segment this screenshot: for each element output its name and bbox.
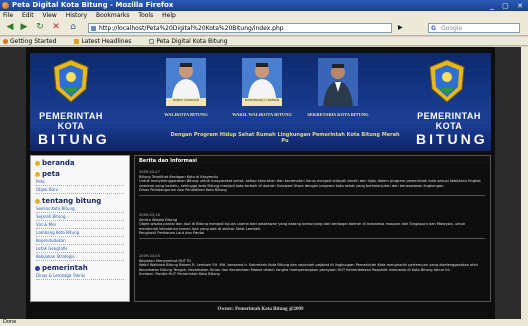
sidebar-link-kebijakan[interactable]: Kebijakan Strategis <box>36 253 124 261</box>
sidebar-section-tentang-bitung[interactable]: tentang bitung <box>35 197 129 205</box>
header-banner: PEMERINTAH KOTA BITUNG HANNY SONDAKH WAL… <box>30 53 491 151</box>
news-footer: Sumber: Panitia HUT Pemerintah Kota Bitu… <box>139 272 220 277</box>
rss-icon <box>74 39 80 44</box>
sidebar-link-sejarah[interactable]: Sejarah Bitung <box>36 213 124 221</box>
window-title: Peta Digital Kota Bitung - Mozilla Firef… <box>12 1 174 9</box>
sidebar-section-pemerintah[interactable]: pemerintah <box>35 264 129 272</box>
menu-edit[interactable]: Edit <box>22 12 34 19</box>
bullet-icon <box>35 198 40 204</box>
left-banner-title: PEMERINTAH KOTA BITUNG <box>38 111 110 147</box>
bullet-icon <box>35 265 40 271</box>
sidebar-link-peta[interactable]: Peta <box>36 178 124 186</box>
sidebar-link-objek-baru[interactable]: Objek Baru <box>36 186 124 194</box>
sidebar-link-lambang[interactable]: Lambang Kota Bitung <box>36 229 124 237</box>
right-banner-title: PEMERINTAH KOTA BITUNG <box>416 111 488 147</box>
divider <box>139 237 485 239</box>
menu-tools[interactable]: Tools <box>138 12 153 19</box>
city-emblem-left-icon <box>53 59 89 103</box>
city-emblem-right-icon <box>429 59 465 103</box>
person-icon <box>172 63 200 98</box>
wakil-walikota-photo: MAXIMILIAN J. LOMBAN <box>242 58 282 106</box>
news-body: Untuk menyelenggarakan Bitung untuk masy… <box>139 179 481 188</box>
news-body: Objek wisata pantai dan laut di Bitung m… <box>139 222 466 231</box>
back-button[interactable]: ◀ <box>4 22 16 33</box>
page-icon <box>149 39 155 44</box>
bookmark-icon <box>3 39 8 44</box>
sidebar-link-visi-misi[interactable]: Visi & Misi <box>36 221 124 229</box>
person-icon <box>323 64 353 106</box>
sidebar-link-letak-geografis[interactable]: Letak Geografis <box>36 245 124 253</box>
sidebar: beranda peta Peta Objek Baru tentang bit… <box>30 155 130 302</box>
walikota-photo: HANNY SONDAKH <box>166 58 206 106</box>
page-footer: Owner: Pemerintah Kota Bitung @2009 <box>30 306 491 314</box>
sekretaris-photo <box>318 58 358 106</box>
status-bar: Done <box>0 319 528 326</box>
wakil-walikota-caption: MAXIMILIAN J. LOMBAN <box>242 98 282 106</box>
news-panel: Berita dan Informasi 2009-03-27 Bitung T… <box>134 155 491 302</box>
web-page: PEMERINTAH KOTA BITUNG HANNY SONDAKH WAL… <box>26 47 495 319</box>
news-heading: Berita dan Informasi <box>135 156 490 166</box>
bookmarks-toolbar: Getting Started Latest Headlines Peta Di… <box>0 37 528 46</box>
menu-help[interactable]: Help <box>162 12 176 19</box>
sidebar-link-dinas[interactable]: Dinas & Lembaga Teknis <box>36 272 124 280</box>
person-icon <box>248 63 276 98</box>
page-favicon-icon <box>91 26 96 31</box>
walikota-label: WALIKOTA BITUNG <box>164 112 208 117</box>
search-input[interactable]: G Google <box>428 23 520 33</box>
sidebar-link-sekilas[interactable]: Sekilas Kota Bitung <box>36 205 124 213</box>
url-text: http://localhost/Peta%20Digital%20Kota%2… <box>99 25 284 32</box>
go-button[interactable]: ▶ <box>398 23 422 33</box>
bullet-icon <box>35 160 40 166</box>
bullet-icon <box>35 171 40 177</box>
forward-button[interactable]: ▶ <box>18 22 30 33</box>
sidebar-section-peta[interactable]: peta <box>35 170 129 178</box>
browser-window: Peta Digital Kota Bitung - Mozilla Firef… <box>0 0 528 326</box>
menu-view[interactable]: View <box>43 12 57 19</box>
wakil-walikota-label: WAKIL WALIKOTA BITUNG <box>232 112 292 117</box>
sekretaris-label: SEKRETARIS KOTA BITUNG <box>307 112 369 117</box>
news-item: 2009-03-03 Kegiatan Menyambut HUT RI Wak… <box>139 254 485 277</box>
bookmark-getting-started[interactable]: Getting Started <box>3 38 64 45</box>
reload-icon[interactable]: ↻ <box>34 22 46 33</box>
navigation-toolbar: ◀ ▶ ↻ ✕ ⌂ http://localhost/Peta%20Digita… <box>0 20 528 36</box>
google-icon: G <box>431 25 436 32</box>
news-item: 2009-03-27 Bitung Terpilihat Kesiapan Ko… <box>139 170 485 196</box>
vertical-scrollbar[interactable] <box>521 47 528 319</box>
firefox-icon <box>2 2 9 9</box>
home-icon[interactable]: ⌂ <box>66 22 80 33</box>
menu-bar: File Edit View History Bookmarks Tools H… <box>0 11 528 20</box>
page-viewport: PEMERINTAH KOTA BITUNG HANNY SONDAKH WAL… <box>0 47 528 319</box>
sidebar-section-beranda[interactable]: beranda <box>35 159 129 167</box>
news-item: 2009-03-16 Sentra Wisata Bitung Objek wi… <box>139 213 485 239</box>
banner-tagline: Dengan Program Hidup Sehat Rumah Lingkun… <box>170 132 400 144</box>
menu-file[interactable]: File <box>3 12 13 19</box>
url-input[interactable]: http://localhost/Peta%20Digital%20Kota%2… <box>88 23 392 33</box>
search-placeholder: Google <box>441 25 463 32</box>
menu-bookmarks[interactable]: Bookmarks <box>96 12 130 19</box>
bookmark-peta-digital[interactable]: Peta Digital Kota Bitung <box>149 38 235 45</box>
news-footer: Dinas Pembangunan dan Pendidikan Kota Bi… <box>139 188 227 193</box>
sidebar-link-kependudukan[interactable]: Kependudukan <box>36 237 124 245</box>
bookmark-latest-headlines[interactable]: Latest Headlines <box>74 38 139 45</box>
title-bar: Peta Digital Kota Bitung - Mozilla Firef… <box>0 0 528 11</box>
news-footer: Penghasil Perikanan Laut dan Pantai <box>139 231 205 236</box>
menu-history[interactable]: History <box>66 12 87 19</box>
news-body: Wakil Walikota Bitung Robert R. Lembeh S… <box>139 263 478 272</box>
stop-icon[interactable]: ✕ <box>50 22 62 33</box>
divider <box>139 194 485 196</box>
walikota-caption: HANNY SONDAKH <box>166 98 206 106</box>
